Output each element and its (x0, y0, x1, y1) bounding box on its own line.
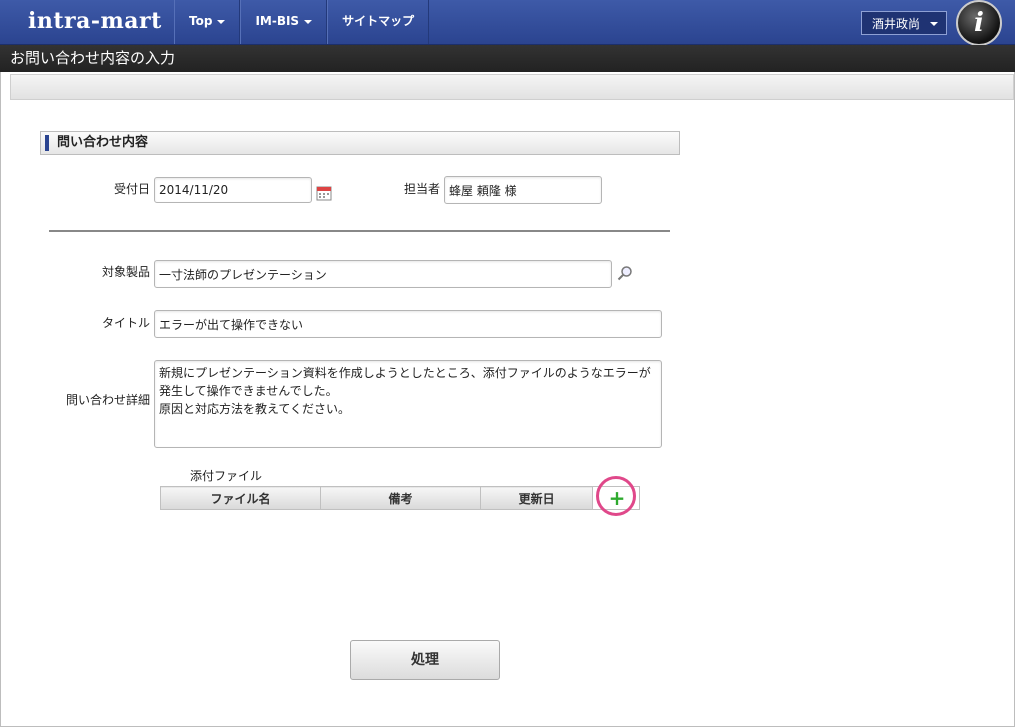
nav-item-top-label: Top (189, 14, 213, 28)
chevron-down-icon (304, 19, 313, 24)
chevron-down-icon (930, 22, 938, 26)
user-name: 酒井政尚 (872, 17, 921, 31)
detail-textarea[interactable]: 新規にプレゼンテーション資料を作成しようとしたところ、添付ファイルのようなエラー… (154, 360, 662, 448)
section-marker (45, 135, 49, 151)
section-title: 問い合わせ内容 (57, 135, 149, 150)
divider (49, 230, 670, 232)
highlight-circle (596, 476, 636, 516)
column-updated-date[interactable]: 更新日 (479, 486, 594, 510)
nav-item-im-bis-label: IM-BIS (255, 14, 300, 28)
table-header-row: ファイル名 備考 更新日 (160, 486, 640, 510)
top-navigation-bar: intra-mart Top IM-BIS サイトマップ 酒井政尚 i (0, 0, 1015, 46)
info-avatar-icon[interactable]: i (956, 0, 1002, 46)
section-header: 問い合わせ内容 (40, 131, 680, 155)
chevron-down-icon (217, 19, 226, 24)
reception-date-input[interactable] (154, 177, 312, 203)
assignee-input[interactable] (444, 176, 602, 204)
column-remarks[interactable]: 備考 (319, 486, 481, 510)
nav-item-sitemap[interactable]: サイトマップ (327, 0, 430, 44)
reception-date-label: 受付日 (113, 182, 150, 196)
title-label: タイトル (101, 316, 150, 330)
intra-mart-logo[interactable]: intra-mart (28, 6, 162, 36)
nav-item-sitemap-label: サイトマップ (342, 14, 415, 28)
main-nav: Top IM-BIS サイトマップ (174, 0, 430, 44)
toolbar (10, 74, 1014, 100)
product-label: 対象製品 (101, 265, 150, 279)
process-button[interactable]: 処理 (350, 640, 500, 680)
attachments-label: 添付ファイル (190, 469, 263, 483)
attachments-table: ファイル名 備考 更新日 (160, 486, 640, 510)
search-icon[interactable] (617, 265, 633, 281)
detail-label: 問い合わせ詳細 (65, 393, 150, 407)
product-input[interactable] (154, 260, 612, 288)
assignee-label: 担当者 (403, 182, 440, 196)
calendar-icon[interactable] (316, 185, 332, 201)
nav-item-top[interactable]: Top (174, 0, 241, 44)
frame-left-border (0, 72, 1, 727)
title-input[interactable] (154, 310, 662, 338)
page-title: お問い合わせ内容の入力 (0, 45, 1015, 72)
logo-text: intra-mart (28, 8, 162, 34)
column-filename[interactable]: ファイル名 (160, 486, 321, 510)
nav-item-im-bis[interactable]: IM-BIS (240, 0, 328, 44)
user-menu-button[interactable]: 酒井政尚 (861, 11, 947, 35)
